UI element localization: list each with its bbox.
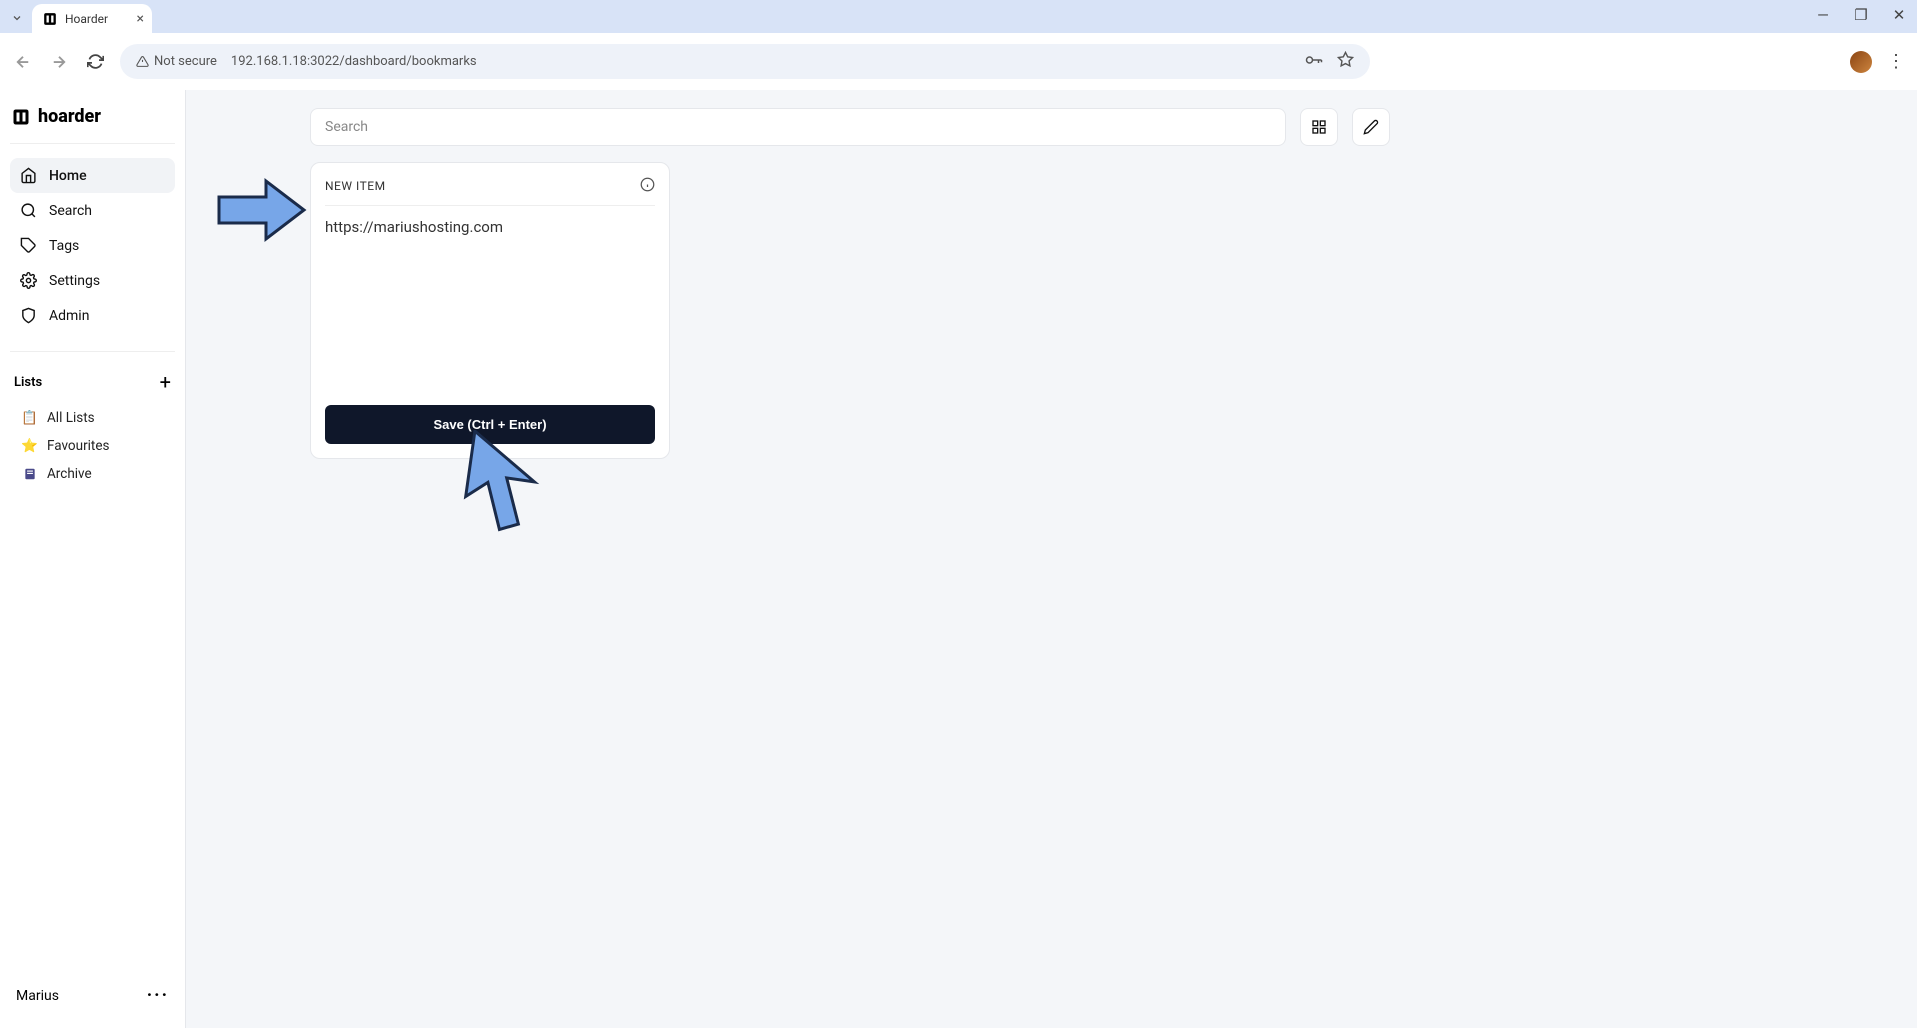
clipboard-icon: 📋 (22, 411, 37, 426)
sidebar: hoarder Home Search Tags Settings Admin … (0, 90, 186, 1028)
sidebar-item-search[interactable]: Search (10, 193, 175, 228)
info-icon[interactable] (640, 177, 655, 195)
search-input[interactable]: Search (310, 108, 1286, 146)
arrow-cursor-annotation (461, 430, 551, 550)
close-window-icon[interactable]: ✕ (1889, 6, 1909, 24)
user-menu-icon[interactable]: ··· (147, 985, 169, 1006)
grid-view-button[interactable] (1300, 108, 1338, 146)
browser-tab[interactable]: Hoarder × (32, 4, 152, 33)
search-icon (20, 202, 37, 219)
add-list-button[interactable]: + (160, 370, 171, 394)
tab-title: Hoarder (65, 12, 108, 26)
edit-button[interactable] (1352, 108, 1390, 146)
sidebar-item-label: Search (49, 203, 92, 219)
profile-avatar[interactable] (1850, 51, 1872, 73)
search-placeholder: Search (325, 119, 368, 135)
url-input[interactable] (325, 206, 655, 401)
maximize-icon[interactable]: ❐ (1851, 6, 1871, 24)
forward-button[interactable] (48, 51, 70, 73)
back-button[interactable] (12, 51, 34, 73)
tab-favicon-icon (42, 11, 58, 27)
url-text: 192.168.1.18:3022/dashboard/bookmarks (231, 54, 477, 69)
sidebar-item-admin[interactable]: Admin (10, 298, 175, 333)
star-icon: ⭐ (22, 439, 37, 454)
list-item-all[interactable]: 📋 All Lists (10, 404, 175, 432)
sidebar-item-tags[interactable]: Tags (10, 228, 175, 263)
grid-icon (1311, 119, 1327, 135)
gear-icon (20, 272, 37, 289)
sidebar-item-label: Settings (49, 273, 100, 289)
list-item-label: All Lists (47, 410, 95, 426)
brand-logo[interactable]: hoarder (10, 102, 175, 144)
new-item-card: NEW ITEM Save (Ctrl + Enter) (310, 162, 670, 459)
list-item-label: Favourites (47, 438, 109, 454)
address-bar[interactable]: Not secure 192.168.1.18:3022/dashboard/b… (120, 44, 1370, 79)
sidebar-item-home[interactable]: Home (10, 158, 175, 193)
brand-name: hoarder (38, 106, 101, 127)
security-indicator[interactable]: Not secure (136, 54, 217, 69)
brand-icon (12, 108, 30, 126)
pencil-icon (1363, 119, 1379, 135)
chrome-menu-icon[interactable]: ⋮ (1887, 51, 1905, 72)
sidebar-item-label: Admin (49, 308, 89, 324)
user-name: Marius (16, 988, 59, 1004)
sidebar-item-label: Home (49, 168, 87, 184)
minimize-icon[interactable]: — (1813, 6, 1833, 24)
list-item-label: Archive (47, 466, 92, 482)
security-label: Not secure (154, 54, 217, 69)
list-item-archive[interactable]: Archive (10, 460, 175, 488)
new-item-label: NEW ITEM (325, 179, 386, 193)
sidebar-item-settings[interactable]: Settings (10, 263, 175, 298)
password-key-icon[interactable] (1305, 53, 1323, 71)
tag-icon (20, 237, 37, 254)
shield-icon (20, 307, 37, 324)
sidebar-item-label: Tags (49, 238, 79, 254)
lists-heading: Lists (14, 375, 42, 390)
close-tab-icon[interactable]: × (137, 11, 144, 27)
home-icon (20, 167, 37, 184)
arrow-right-annotation (214, 175, 310, 245)
bookmark-star-icon[interactable] (1337, 51, 1354, 72)
main-content: Search NEW ITEM Save (Ctrl + Enter) (186, 90, 1917, 1028)
reload-button[interactable] (84, 51, 106, 73)
archive-icon (22, 467, 37, 482)
list-item-favourites[interactable]: ⭐ Favourites (10, 432, 175, 460)
tab-search-dropdown[interactable] (5, 6, 28, 29)
